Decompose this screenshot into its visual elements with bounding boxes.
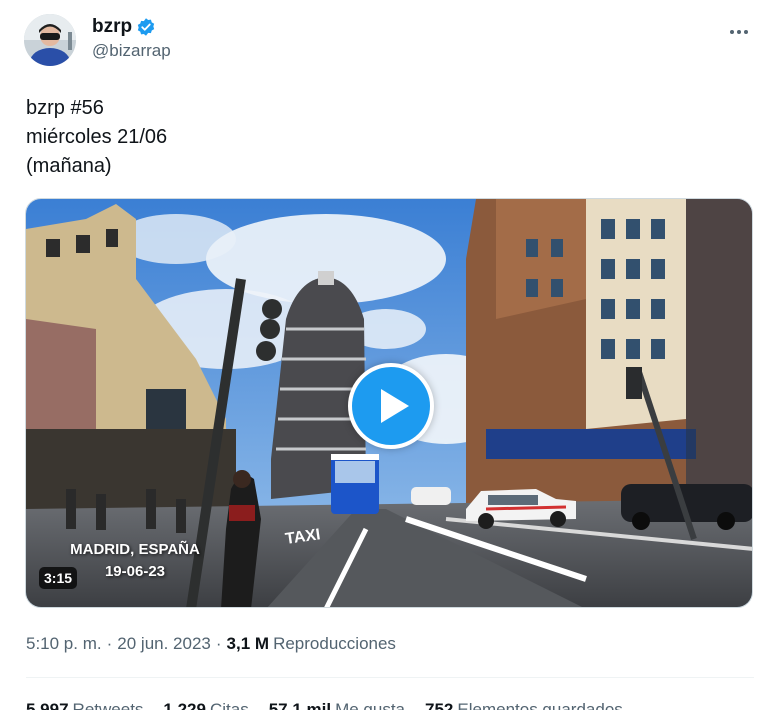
views-count: 3,1 M	[226, 634, 270, 653]
tweet-date[interactable]: 20 jun. 2023	[117, 634, 211, 654]
handle[interactable]: @bizarrap	[92, 41, 171, 61]
more-options-icon[interactable]	[724, 20, 754, 44]
likes-stat[interactable]: 57,1 mil Me gusta	[269, 700, 405, 710]
display-name[interactable]: bzrp	[92, 16, 132, 38]
author-names: bzrp @bizarrap	[92, 16, 171, 61]
tweet: bzrp @bizarrap bzrp #56 miércoles 21/06 …	[0, 0, 770, 710]
video-overlay-caption: MADRID, ESPAÑA 19-06-23	[70, 539, 200, 583]
tweet-text-line: bzrp #56	[26, 97, 104, 119]
video-duration: 3:15	[39, 567, 78, 589]
tweet-stats: 5.997 Retweets 1.229 Citas 57,1 mil Me gust…	[26, 700, 623, 710]
avatar-image	[24, 14, 76, 66]
avatar[interactable]	[24, 14, 76, 66]
video-player[interactable]: TAXI MADRID, ESPAÑA 19-06-23 3:15	[25, 198, 753, 608]
bookmarks-stat[interactable]: 752 Elementos guardados	[425, 700, 623, 710]
retweets-stat[interactable]: 5.997 Retweets	[26, 700, 143, 710]
tweet-text-line: miércoles 21/06	[26, 126, 168, 148]
quotes-stat[interactable]: 1.229 Citas	[163, 700, 248, 710]
views-label: Reproducciones	[273, 634, 396, 653]
caption-date: 19-06-23	[104, 563, 166, 580]
divider	[26, 677, 754, 678]
tweet-text-line: (mañana)	[26, 155, 112, 177]
caption-location: MADRID, ESPAÑA	[70, 541, 200, 558]
meta-separator: ·	[215, 634, 222, 653]
play-icon	[380, 389, 409, 423]
tweet-header: bzrp @bizarrap	[24, 14, 764, 68]
meta-separator: ·	[106, 634, 113, 653]
play-button[interactable]	[348, 363, 434, 449]
tweet-text: bzrp #56 miércoles 21/06 (mañana)	[26, 94, 167, 181]
tweet-time[interactable]: 5:10 p. m.	[26, 634, 102, 654]
tweet-meta: 5:10 p. m. · 20 jun. 2023 · 3,1 M Reprod…	[26, 634, 396, 654]
verified-badge-icon	[136, 17, 156, 37]
